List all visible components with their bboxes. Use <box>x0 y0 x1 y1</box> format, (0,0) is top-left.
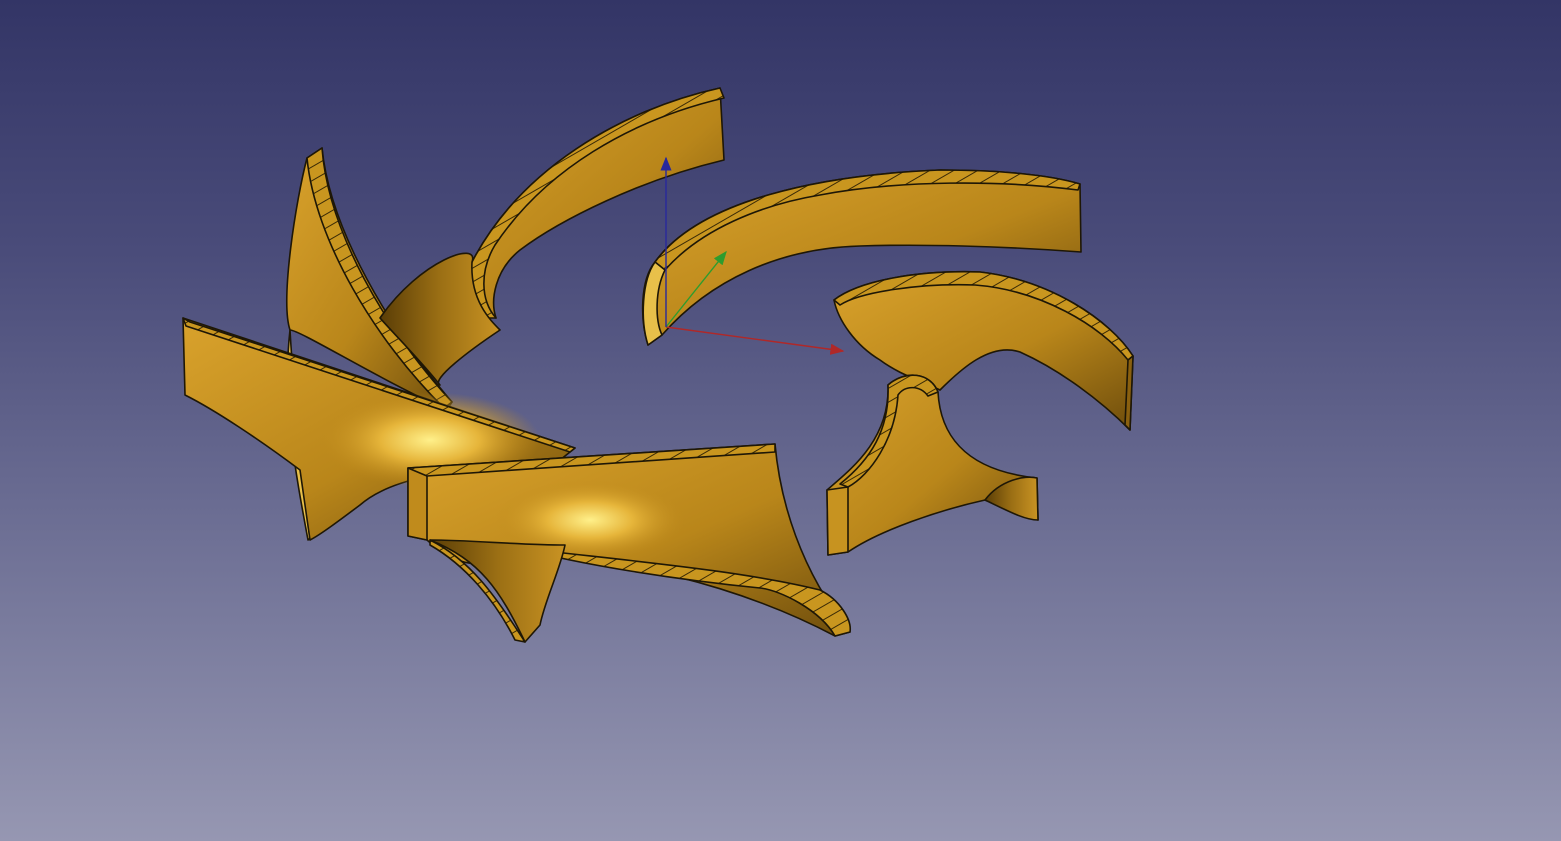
x-axis <box>665 326 845 355</box>
blade-top-center[interactable] <box>379 87 725 386</box>
scene-view[interactable] <box>0 0 1561 841</box>
blade-right[interactable] <box>833 270 1134 431</box>
blade-lower-right[interactable] <box>826 374 1039 556</box>
3d-viewport[interactable] <box>0 0 1561 841</box>
blade-front-center[interactable] <box>407 443 851 643</box>
